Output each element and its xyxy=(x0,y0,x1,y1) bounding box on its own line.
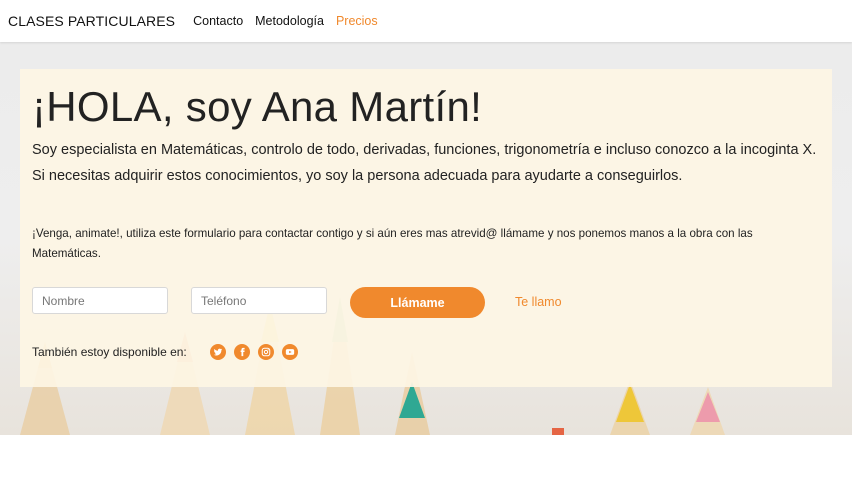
facebook-icon[interactable] xyxy=(234,344,250,360)
call-me-button[interactable]: Llámame xyxy=(350,287,485,318)
instagram-icon[interactable] xyxy=(258,344,274,360)
contact-invite-text: ¡Venga, animate!, utiliza este formulari… xyxy=(32,227,753,260)
twitter-icon[interactable] xyxy=(210,344,226,360)
name-input[interactable] xyxy=(32,287,168,314)
top-navbar: CLASES PARTICULARES Contacto Metodología… xyxy=(0,0,852,42)
nav-link-metodologia[interactable]: Metodología xyxy=(255,14,324,28)
page-title: ¡HOLA, soy Ana Martín! xyxy=(32,83,483,130)
social-label: También estoy disponible en: xyxy=(32,345,187,359)
brand-logo-text[interactable]: CLASES PARTICULARES xyxy=(8,13,175,29)
intro-paragraph: Soy especialista en Matemáticas, control… xyxy=(32,142,817,184)
nav-links: Contacto Metodología Precios xyxy=(193,14,378,28)
call-you-link[interactable]: Te llamo xyxy=(515,295,562,309)
nav-link-contacto[interactable]: Contacto xyxy=(193,14,243,28)
intro-card: ¡HOLA, soy Ana Martín! Soy especialista … xyxy=(20,69,832,387)
youtube-icon[interactable] xyxy=(282,344,298,360)
phone-input[interactable] xyxy=(191,287,327,314)
nav-link-precios[interactable]: Precios xyxy=(336,14,378,28)
